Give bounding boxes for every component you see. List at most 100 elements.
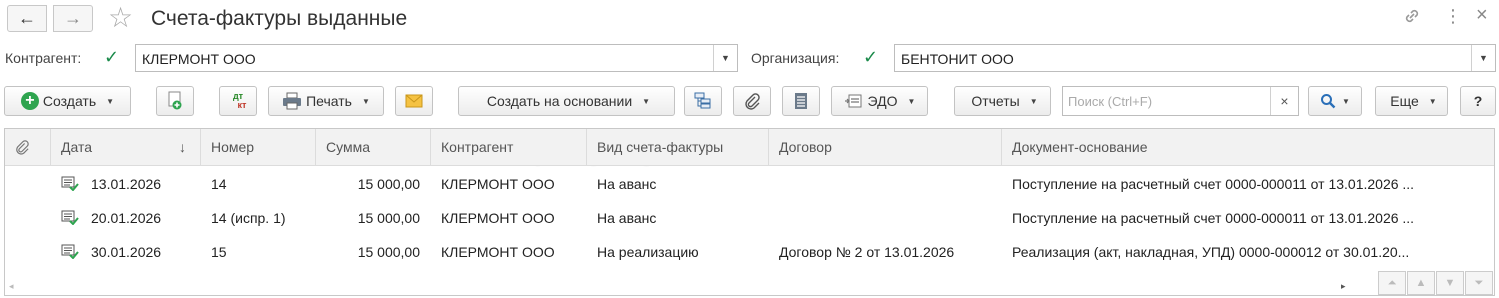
chevron-down-icon: ▼ bbox=[1342, 96, 1350, 106]
title-bar: ← → ☆ Счета-фактуры выданные ⋮ × bbox=[0, 0, 1499, 38]
create-label: Создать bbox=[42, 93, 97, 109]
scroll-to-top-button[interactable]: ⏶ bbox=[1378, 271, 1406, 295]
table-row[interactable]: 20.01.2026 14 (испр. 1) 15 000,00 КЛЕРМО… bbox=[5, 201, 1494, 235]
cell-sum: 15 000,00 bbox=[357, 176, 420, 192]
chevron-down-icon: ▼ bbox=[907, 96, 916, 106]
organization-value: БЕНТОНИТ ООО bbox=[901, 51, 1014, 67]
search-placeholder: Поиск (Ctrl+F) bbox=[1068, 94, 1153, 109]
scroll-left-icon[interactable]: ◂ bbox=[9, 281, 14, 292]
attach-button[interactable] bbox=[733, 86, 771, 116]
copy-button[interactable] bbox=[156, 86, 194, 116]
chevron-down-icon: ▼ bbox=[642, 96, 651, 106]
cell-contract: Договор № 2 от 13.01.2026 bbox=[779, 244, 955, 260]
column-header-number[interactable]: Номер bbox=[201, 129, 316, 166]
column-header-date[interactable]: Дата ↓ bbox=[51, 129, 201, 166]
counterparty-label: Контрагент: bbox=[5, 50, 82, 66]
cell-invoice-type: На реализацию bbox=[597, 244, 699, 260]
date-header-label: Дата bbox=[61, 139, 93, 155]
forward-button[interactable]: → bbox=[53, 5, 93, 32]
hierarchy-icon bbox=[694, 92, 711, 109]
counterparty-checkbox[interactable]: ✓ bbox=[104, 48, 122, 67]
email-button[interactable] bbox=[395, 86, 433, 116]
plus-circle-icon: + bbox=[20, 92, 39, 110]
cell-date: 13.01.2026 bbox=[91, 176, 162, 192]
cell-invoice-type: На аванс bbox=[597, 210, 657, 226]
column-header-invoice-type[interactable]: Вид счета-фактуры bbox=[587, 129, 769, 166]
reports-button[interactable]: Отчеты ▼ bbox=[954, 86, 1051, 116]
printer-icon bbox=[283, 92, 302, 110]
cell-number: 14 bbox=[211, 176, 227, 192]
envelope-icon bbox=[405, 94, 423, 108]
link-icon[interactable] bbox=[1402, 6, 1422, 31]
chevron-down-icon: ▼ bbox=[106, 96, 115, 106]
list-button[interactable] bbox=[782, 86, 820, 116]
edo-label: ЭДО bbox=[867, 93, 898, 109]
attachments-column-header[interactable] bbox=[5, 129, 51, 166]
column-header-basis-document[interactable]: Документ-основание bbox=[1002, 129, 1494, 166]
page-title: Счета-фактуры выданные bbox=[151, 7, 408, 30]
column-header-contract[interactable]: Договор bbox=[769, 129, 1002, 166]
search-input[interactable]: Поиск (Ctrl+F) × bbox=[1062, 86, 1299, 116]
counterparty-dropdown-icon[interactable]: ▼ bbox=[713, 45, 737, 71]
scroll-up-button[interactable]: ▲ bbox=[1407, 271, 1435, 295]
scroll-to-bottom-button[interactable]: ⏷ bbox=[1465, 271, 1493, 295]
table-row[interactable]: 30.01.2026 15 15 000,00 КЛЕРМОНТ ООО На … bbox=[5, 235, 1494, 269]
column-header-sum[interactable]: Сумма bbox=[316, 129, 431, 166]
print-button[interactable]: Печать ▼ bbox=[268, 86, 384, 116]
cell-date: 30.01.2026 bbox=[91, 244, 162, 260]
search-button[interactable]: ▼ bbox=[1308, 86, 1362, 116]
edo-icon bbox=[844, 94, 862, 108]
posted-document-icon bbox=[61, 244, 79, 259]
chevron-down-icon: ▼ bbox=[361, 96, 370, 106]
posted-document-icon bbox=[61, 210, 79, 225]
organization-field[interactable]: БЕНТОНИТ ООО ▼ bbox=[894, 44, 1496, 72]
clear-search-icon[interactable]: × bbox=[1270, 87, 1298, 115]
forward-arrow-icon: → bbox=[64, 8, 82, 28]
list-icon bbox=[795, 93, 807, 109]
copy-document-icon bbox=[168, 91, 182, 110]
paperclip-icon bbox=[16, 140, 29, 155]
dtkt-button[interactable]: дт кт bbox=[219, 86, 257, 116]
down-icon: ▼ bbox=[1444, 277, 1456, 289]
cell-basis-document: Поступление на расчетный счет 0000-00001… bbox=[1012, 176, 1415, 192]
posted-document-icon bbox=[61, 176, 79, 191]
back-arrow-icon: ← bbox=[18, 8, 36, 28]
table-row[interactable]: 13.01.2026 14 15 000,00 КЛЕРМОНТ ООО На … bbox=[5, 167, 1494, 201]
more-actions-icon[interactable]: ⋮ bbox=[1444, 6, 1462, 27]
back-button[interactable]: ← bbox=[7, 5, 47, 32]
cell-sum: 15 000,00 bbox=[357, 210, 420, 226]
more-button[interactable]: Еще ▼ bbox=[1375, 86, 1448, 116]
organization-dropdown-icon[interactable]: ▼ bbox=[1471, 45, 1495, 71]
more-label: Еще bbox=[1390, 93, 1419, 109]
edo-button[interactable]: ЭДО ▼ bbox=[831, 86, 928, 116]
create-button[interactable]: + Создать ▼ bbox=[4, 86, 131, 116]
chevron-down-icon: ▼ bbox=[1428, 96, 1437, 106]
organization-checkbox[interactable]: ✓ bbox=[863, 48, 881, 67]
kt-icon: кт bbox=[237, 100, 247, 110]
cell-counterparty: КЛЕРМОНТ ООО bbox=[441, 210, 555, 226]
search-icon bbox=[1321, 94, 1336, 109]
horizontal-scrollbar[interactable]: ◂ ▸ bbox=[5, 281, 1365, 293]
toolbar: + Создать ▼ дт кт Печать ▼ Создать на ос… bbox=[0, 86, 1499, 116]
counterparty-field[interactable]: КЛЕРМОНТ ООО ▼ bbox=[135, 44, 738, 72]
up-icon: ▲ bbox=[1415, 277, 1427, 289]
counterparty-value: КЛЕРМОНТ ООО bbox=[142, 51, 256, 67]
filter-row: Контрагент: ✓ КЛЕРМОНТ ООО ▼ Организация… bbox=[0, 44, 1499, 72]
table-header: Дата ↓ Номер Сумма Контрагент Вид счета-… bbox=[5, 129, 1494, 166]
column-header-counterparty[interactable]: Контрагент bbox=[431, 129, 587, 166]
scroll-down-button[interactable]: ▼ bbox=[1436, 271, 1464, 295]
print-label: Печать bbox=[306, 93, 352, 109]
favorite-star-icon[interactable]: ☆ bbox=[108, 3, 133, 33]
cell-number: 15 bbox=[211, 244, 227, 260]
double-up-icon: ⏶ bbox=[1387, 276, 1397, 289]
structure-button[interactable] bbox=[684, 86, 722, 116]
create-based-on-label: Создать на основании bbox=[486, 93, 633, 109]
sort-down-icon: ↓ bbox=[179, 139, 186, 155]
close-icon[interactable]: × bbox=[1476, 4, 1488, 27]
cell-invoice-type: На аванс bbox=[597, 176, 657, 192]
cell-counterparty: КЛЕРМОНТ ООО bbox=[441, 176, 555, 192]
help-button[interactable]: ? bbox=[1460, 86, 1496, 116]
double-down-icon: ⏷ bbox=[1474, 276, 1484, 289]
create-based-on-button[interactable]: Создать на основании ▼ bbox=[458, 86, 675, 116]
scroll-right-icon[interactable]: ▸ bbox=[1341, 281, 1346, 292]
